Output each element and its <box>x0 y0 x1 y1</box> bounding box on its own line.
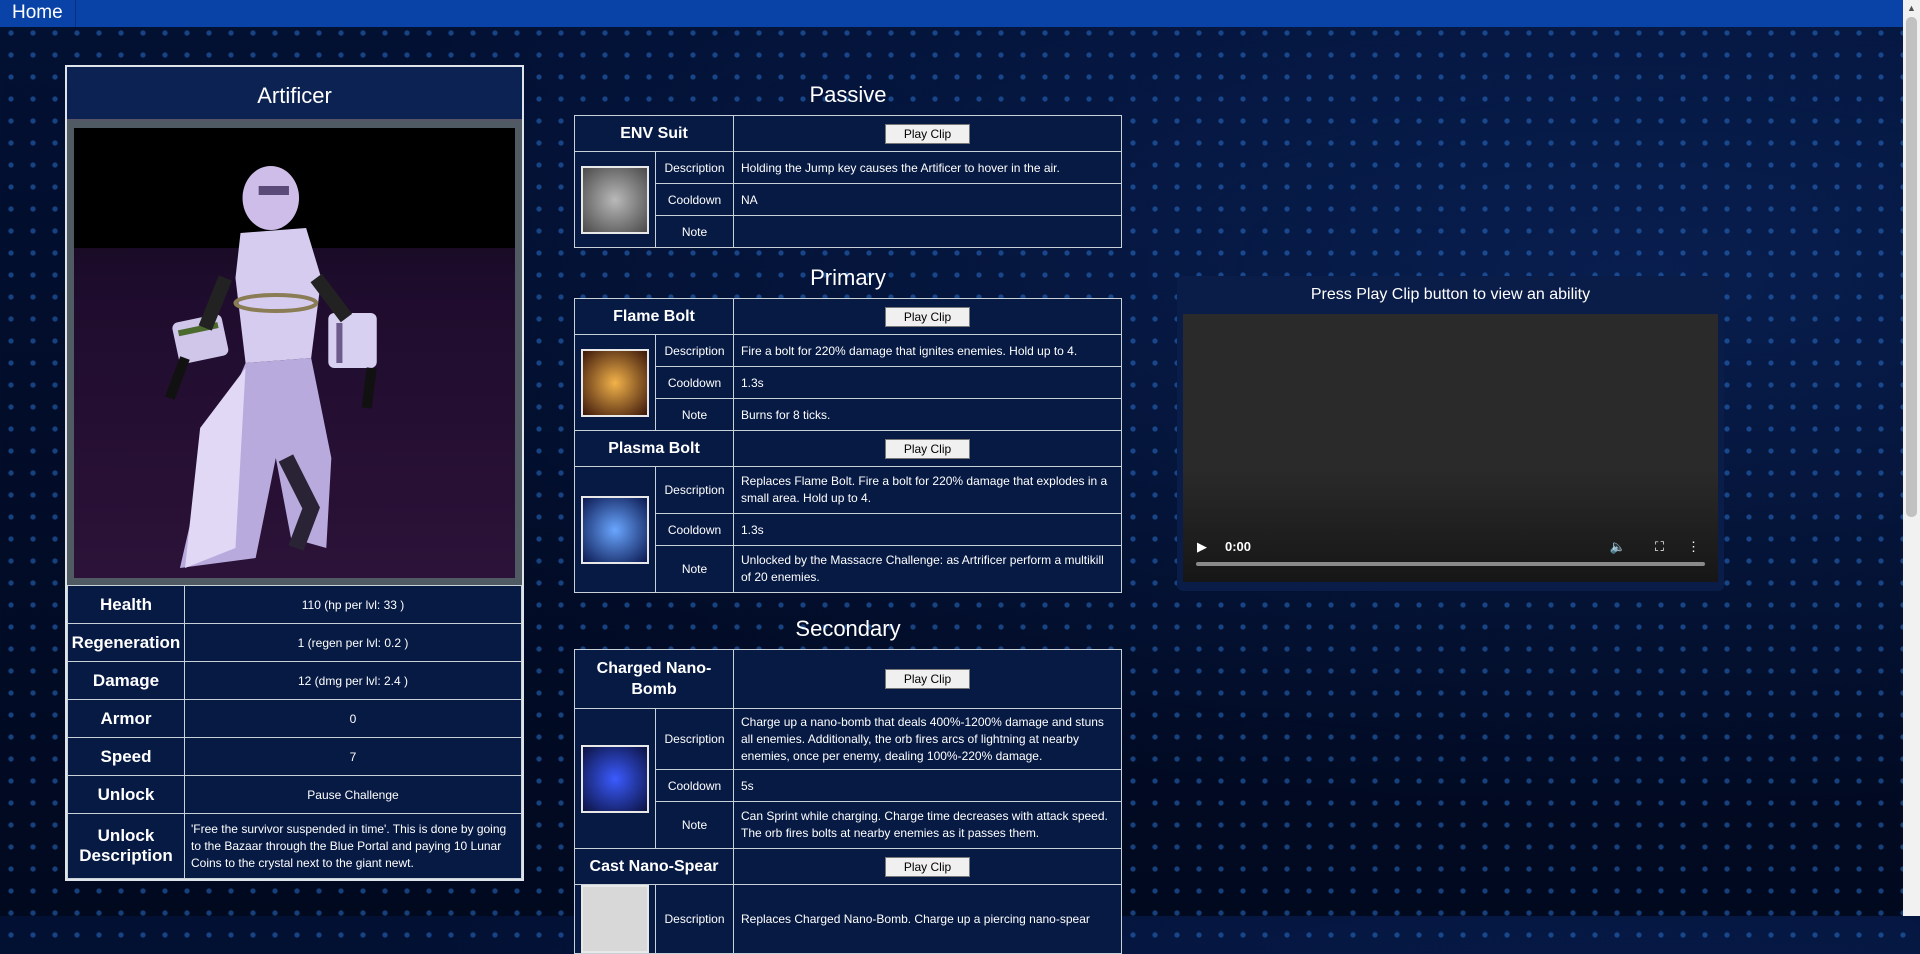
note-label: Note <box>655 545 734 593</box>
ability-description: Replaces Flame Bolt. Fire a bolt for 220… <box>733 466 1122 514</box>
plasma-bolt-icon <box>581 495 649 564</box>
play-clip-button[interactable]: Play Clip <box>884 856 971 877</box>
stat-row-damage: Damage 12 (dmg per lvl: 2.4 ) <box>67 661 522 700</box>
description-label: Description <box>655 334 734 367</box>
video-time: 0:00 <box>1225 539 1252 554</box>
cooldown-label: Cooldown <box>655 183 734 216</box>
ability-description: Holding the Jump key causes the Artifice… <box>733 151 1122 184</box>
ability-note: Can Sprint while charging. Charge time d… <box>733 801 1122 849</box>
stat-row-regeneration: Regeneration 1 (regen per lvl: 0.2 ) <box>67 623 522 662</box>
ability-cooldown: 5s <box>733 769 1122 802</box>
ability-note: Burns for 8 ticks. <box>733 398 1122 431</box>
video-panel: Press Play Clip button to view an abilit… <box>1177 276 1724 591</box>
stat-row-unlock-description: Unlock Description 'Free the survivor sus… <box>67 813 522 879</box>
ability-name: ENV Suit <box>574 115 734 152</box>
ability-name: Flame Bolt <box>574 298 734 335</box>
stat-value: 1 (regen per lvl: 0.2 ) <box>184 623 522 662</box>
stat-row-unlock: Unlock Pause Challenge <box>67 775 522 814</box>
scrollbar-thumb[interactable] <box>1906 17 1917 517</box>
note-label: Note <box>655 215 734 248</box>
video-player[interactable]: ▶ 0:00 🔈 ⛶ ⋮ <box>1183 314 1718 582</box>
cooldown-label: Cooldown <box>655 513 734 546</box>
play-clip-button[interactable]: Play Clip <box>884 669 971 689</box>
note-label: Note <box>655 398 734 431</box>
ability-name: Charged Nano-Bomb <box>574 649 734 709</box>
more-options-icon[interactable]: ⋮ <box>1687 539 1700 555</box>
env-suit-icon <box>581 165 649 234</box>
top-nav: Home <box>0 0 1920 27</box>
cooldown-label: Cooldown <box>655 769 734 802</box>
cooldown-label: Cooldown <box>655 366 734 399</box>
artificer-model-image <box>74 128 515 578</box>
stats-table: Health 110 (hp per lvl: 33 ) Regeneration… <box>67 585 522 879</box>
ability-description: Charge up a nano-bomb that deals 400%-12… <box>733 708 1122 770</box>
ability-cooldown: 1.3s <box>733 366 1122 399</box>
nano-spear-icon <box>581 885 649 953</box>
stat-label: Unlock Description <box>67 813 185 879</box>
section-title-primary: Primary <box>810 265 886 290</box>
stat-row-armor: Armor 0 <box>67 699 522 738</box>
ability-note <box>733 215 1122 248</box>
video-controls: ▶ 0:00 🔈 ⛶ ⋮ <box>1197 539 1704 557</box>
stat-value: 0 <box>184 699 522 738</box>
stat-label: Regeneration <box>67 623 185 662</box>
video-title: Press Play Clip button to view an abilit… <box>1310 286 1591 303</box>
ability-table-secondary: Charged Nano-Bomb Play Clip Description … <box>574 649 1122 954</box>
stat-value: 110 (hp per lvl: 33 ) <box>184 585 522 624</box>
stat-value: 12 (dmg per lvl: 2.4 ) <box>184 661 522 700</box>
ability-name: Plasma Bolt <box>574 430 734 467</box>
stat-value: 7 <box>184 737 522 776</box>
home-link[interactable]: Home <box>0 0 76 27</box>
ability-cooldown: NA <box>733 183 1122 216</box>
play-clip-button[interactable]: Play Clip <box>884 123 971 144</box>
stat-row-health: Health 110 (hp per lvl: 33 ) <box>67 585 522 624</box>
video-progress-bar[interactable] <box>1196 562 1705 566</box>
mute-icon[interactable]: 🔈 <box>1610 539 1626 555</box>
stat-label: Unlock <box>67 775 185 814</box>
ability-table-env-suit: ENV Suit Play Clip Description Holding t… <box>574 115 1122 248</box>
stat-label: Damage <box>67 661 185 700</box>
description-label: Description <box>655 884 734 954</box>
stat-value: 'Free the survivor suspended in time'. T… <box>184 813 522 879</box>
ability-note: Unlocked by the Massacre Challenge: as A… <box>733 545 1122 593</box>
play-clip-button[interactable]: Play Clip <box>884 438 971 459</box>
description-label: Description <box>655 708 734 770</box>
description-label: Description <box>655 151 734 184</box>
section-title-passive: Passive <box>809 82 887 107</box>
character-portrait <box>67 121 522 585</box>
ability-name: Cast Nano-Spear <box>574 848 734 885</box>
character-card: Artificer Health 110 (hp per lvl: 33) R… <box>65 65 524 881</box>
play-icon[interactable]: ▶ <box>1197 539 1207 555</box>
stat-label: Speed <box>67 737 185 776</box>
ability-cooldown: 1.3s <box>733 513 1122 546</box>
ability-description: Fire a bolt for 220% damage that ignites… <box>733 334 1122 367</box>
ability-description: Replaces Charged Nano-Bomb. Charge up a … <box>733 884 1122 954</box>
flame-bolt-icon <box>581 348 649 417</box>
character-name: Artificer <box>67 67 522 121</box>
note-label: Note <box>655 801 734 849</box>
stat-label: Health <box>67 585 185 624</box>
page-scrollbar[interactable]: ▲ <box>1903 0 1920 916</box>
scroll-up-icon[interactable]: ▲ <box>1903 0 1920 17</box>
section-title-secondary: Secondary <box>795 616 901 641</box>
ability-table-primary: Flame Bolt Play Clip Description Fire a … <box>574 298 1122 593</box>
stat-value: Pause Challenge <box>184 775 522 814</box>
fullscreen-icon[interactable]: ⛶ <box>1655 539 1664 555</box>
stat-label: Armor <box>67 699 185 738</box>
description-label: Description <box>655 466 734 514</box>
play-clip-button[interactable]: Play Clip <box>884 306 971 327</box>
nano-bomb-icon <box>581 744 649 813</box>
stat-row-speed: Speed 7 <box>67 737 522 776</box>
